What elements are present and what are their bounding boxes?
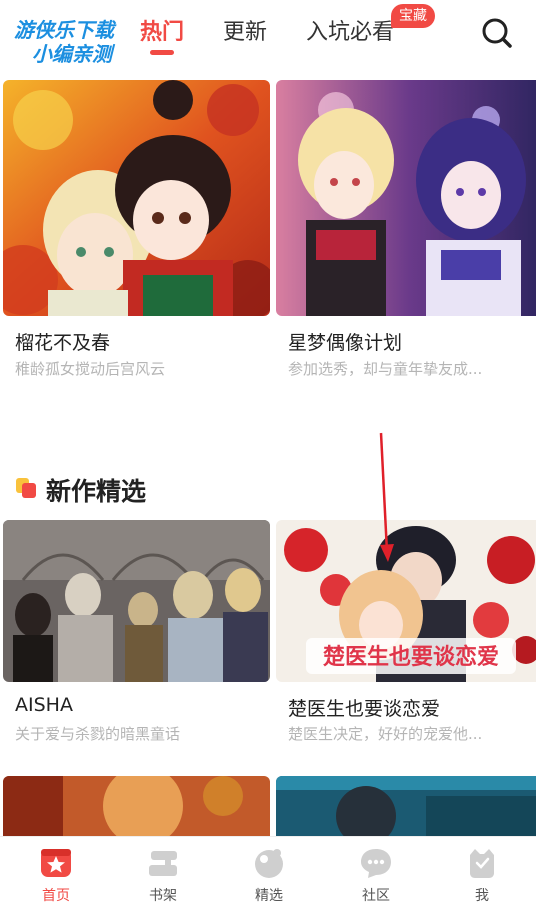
comic-cover[interactable]	[276, 776, 536, 836]
tab-updates[interactable]: 更新	[223, 14, 267, 46]
active-tab-indicator	[150, 50, 174, 55]
search-button[interactable]	[480, 16, 514, 50]
nav-home-label: 首页	[42, 888, 70, 902]
search-icon	[482, 18, 512, 48]
comic-title[interactable]: AISHA	[15, 694, 73, 716]
section-marker-icon	[16, 478, 36, 498]
comic-card[interactable]	[3, 776, 270, 836]
nav-featured[interactable]: 精选	[229, 837, 309, 902]
home-icon	[41, 849, 71, 877]
comic-subtitle: 参加选秀，却与童年挚友成...	[288, 360, 483, 378]
watermark-logo: 游侠乐下载 小编亲测	[10, 10, 140, 66]
nav-community-label: 社区	[362, 888, 390, 902]
comic-subtitle: 关于爱与杀戮的暗黑童话	[15, 725, 181, 743]
section-title: 新作精选	[46, 477, 147, 506]
top-bar: 游侠乐下载 小编亲测 热门 更新 入坑必看 宝藏	[0, 0, 536, 70]
comic-card[interactable]: 星梦偶像计划 参加选秀，却与童年挚友成...	[276, 80, 536, 380]
nav-featured-label: 精选	[255, 888, 283, 902]
nav-community[interactable]: 社区	[336, 837, 416, 902]
comic-cover[interactable]	[3, 776, 270, 836]
comic-cover[interactable]	[3, 80, 270, 316]
tab-must-read[interactable]: 入坑必看	[306, 14, 394, 46]
nav-bookshelf[interactable]: 书架	[123, 837, 203, 902]
comic-subtitle: 楚医生决定，好好的宠爱他...	[288, 725, 483, 743]
cover-title-art: 楚医生也要谈恋爱	[323, 644, 499, 670]
nav-home[interactable]: 首页	[16, 837, 96, 902]
comic-cover[interactable]: 楚医生也要谈恋爱	[276, 520, 536, 682]
comic-card[interactable]	[276, 776, 536, 836]
community-icon	[361, 849, 391, 878]
nav-bookshelf-label: 书架	[149, 888, 177, 902]
featured-icon	[255, 849, 283, 878]
nav-profile-label: 我	[475, 888, 489, 902]
nav-profile[interactable]: 我	[442, 837, 522, 902]
comic-title[interactable]: 星梦偶像计划	[288, 328, 402, 355]
tab-hot[interactable]: 热门	[140, 14, 184, 46]
comic-card[interactable]: 楚医生也要谈恋爱 楚医生也要谈恋爱 楚医生决定，好好的宠爱他...	[276, 520, 536, 750]
comic-title[interactable]: 楚医生也要谈恋爱	[288, 694, 440, 721]
bookshelf-icon	[149, 851, 177, 876]
profile-icon	[470, 849, 494, 878]
comic-card[interactable]: AISHA 关于爱与杀戮的暗黑童话	[3, 520, 270, 750]
treasure-badge: 宝藏	[391, 4, 435, 28]
bottom-navigation: 首页 书架 精选 社区 我	[0, 836, 536, 902]
comic-subtitle: 稚龄孤女搅动后宫风云	[15, 360, 166, 378]
watermark-line-2: 小编亲测	[32, 42, 112, 66]
comic-card[interactable]: 榴花不及春 稚龄孤女搅动后宫风云	[3, 80, 270, 380]
comic-title[interactable]: 榴花不及春	[15, 328, 110, 355]
comic-cover[interactable]	[3, 520, 270, 682]
comic-cover[interactable]	[276, 80, 536, 316]
